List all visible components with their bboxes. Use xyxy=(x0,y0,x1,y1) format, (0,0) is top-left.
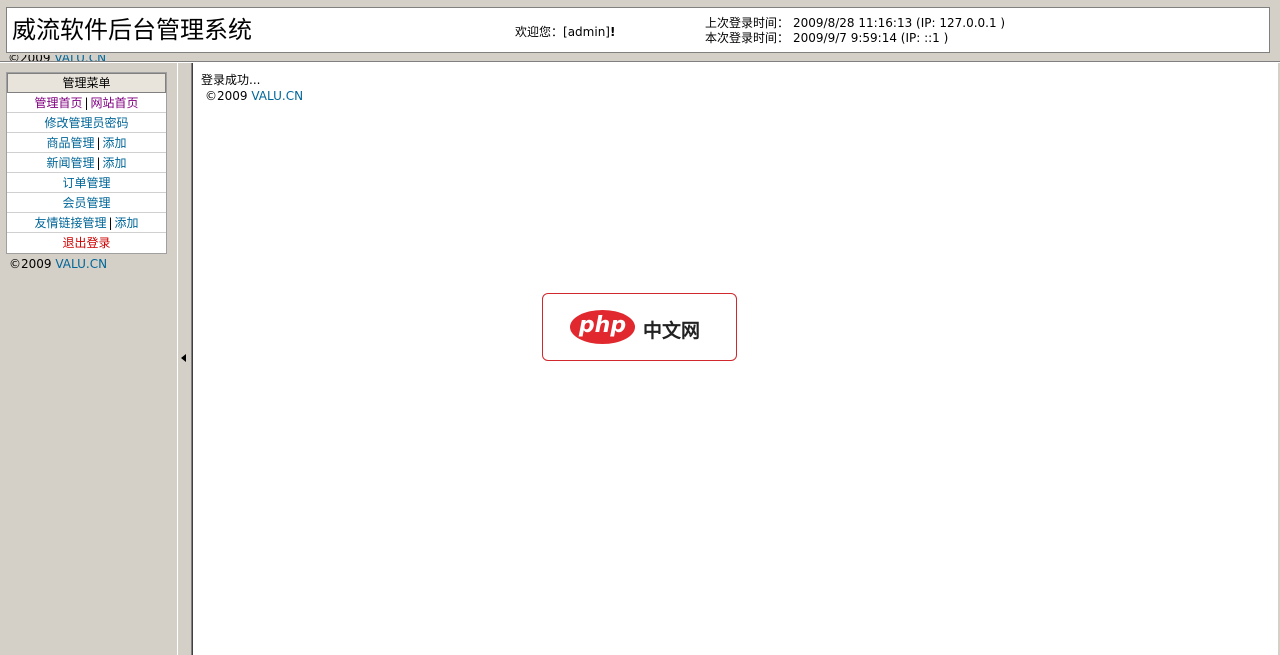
copyright-symbol-year: ©2009 xyxy=(205,89,252,103)
username: [admin] xyxy=(563,25,610,39)
copyright-symbol-year: ©2009 xyxy=(9,257,56,271)
menu-friend-links-add-link[interactable]: 添加 xyxy=(115,216,139,230)
menu-news-link[interactable]: 新闻管理 xyxy=(46,156,94,170)
menu-admin-home-link[interactable]: 管理首页 xyxy=(34,96,82,110)
main-copyright: ©2009 VALU.CN xyxy=(205,89,303,103)
menu-row-members: 会员管理 xyxy=(7,193,166,213)
menu-products-link[interactable]: 商品管理 xyxy=(46,136,94,150)
current-login-value: 2009/9/7 9:59:14 (IP: ::1 ) xyxy=(793,31,949,45)
menu-row-logout: 退出登录 xyxy=(7,233,166,253)
php-logo-icon: php xyxy=(570,310,635,344)
menu-change-password-link[interactable]: 修改管理员密码 xyxy=(44,116,128,130)
menu-separator: | xyxy=(96,136,101,150)
menu-news-add-link[interactable]: 添加 xyxy=(103,156,127,170)
login-info: 上次登录时间： 2009/8/28 11:16:13 (IP: 127.0.0.1… xyxy=(705,16,1005,46)
last-login-row: 上次登录时间： 2009/8/28 11:16:13 (IP: 127.0.0.1… xyxy=(705,16,1005,31)
menu-orders-link[interactable]: 订单管理 xyxy=(62,176,110,190)
collapse-left-arrow-icon[interactable] xyxy=(181,354,186,362)
welcome-message: 欢迎您：[admin]! xyxy=(515,23,615,40)
menu-row-password: 修改管理员密码 xyxy=(7,113,166,133)
menu-row-products: 商品管理 | 添加 xyxy=(7,133,166,153)
menu-row-orders: 订单管理 xyxy=(7,173,166,193)
admin-menu: 管理菜单 管理首页 | 网站首页 修改管理员密码 商品管理 | 添加 新闻管理 | 添加 订… xyxy=(6,72,167,254)
menu-friend-links-link[interactable]: 友情链接管理 xyxy=(34,216,106,230)
brand-link[interactable]: VALU.CN xyxy=(55,257,107,271)
sidebar: 管理菜单 管理首页 | 网站首页 修改管理员密码 商品管理 | 添加 新闻管理 | 添加 订… xyxy=(0,63,177,655)
menu-title: 管理菜单 xyxy=(7,73,166,93)
current-login-row: 本次登录时间： 2009/9/7 9:59:14 (IP: ::1 ) xyxy=(705,31,1005,46)
site-title: 威流软件后台管理系统 xyxy=(12,16,252,44)
menu-row-home: 管理首页 | 网站首页 xyxy=(7,93,166,113)
brand-link[interactable]: VALU.CN xyxy=(251,89,303,103)
menu-separator: | xyxy=(84,96,89,110)
last-login-label: 上次登录时间： xyxy=(705,16,790,30)
menu-row-links: 友情链接管理 | 添加 xyxy=(7,213,166,233)
header-bar: 威流软件后台管理系统 欢迎您：[admin]! 上次登录时间： 2009/8/28… xyxy=(6,7,1270,53)
logout-link[interactable]: 退出登录 xyxy=(62,236,110,250)
menu-products-add-link[interactable]: 添加 xyxy=(103,136,127,150)
menu-site-home-link[interactable]: 网站首页 xyxy=(91,96,139,110)
last-login-value: 2009/8/28 11:16:13 (IP: 127.0.0.1 ) xyxy=(793,16,1006,30)
welcome-suffix: ! xyxy=(609,25,616,39)
login-success-message: 登录成功... xyxy=(201,73,261,87)
sidebar-copyright: ©2009 VALU.CN xyxy=(9,257,107,271)
menu-separator: | xyxy=(96,156,101,170)
php-cn-logo-badge: php 中文网 xyxy=(542,293,737,361)
menu-row-news: 新闻管理 | 添加 xyxy=(7,153,166,173)
php-cn-text: 中文网 xyxy=(643,320,701,342)
current-login-label: 本次登录时间： xyxy=(705,31,790,45)
frame-splitter[interactable] xyxy=(177,63,192,655)
menu-members-link[interactable]: 会员管理 xyxy=(62,196,110,210)
menu-separator: | xyxy=(108,216,113,230)
welcome-prefix: 欢迎您： xyxy=(515,25,564,39)
